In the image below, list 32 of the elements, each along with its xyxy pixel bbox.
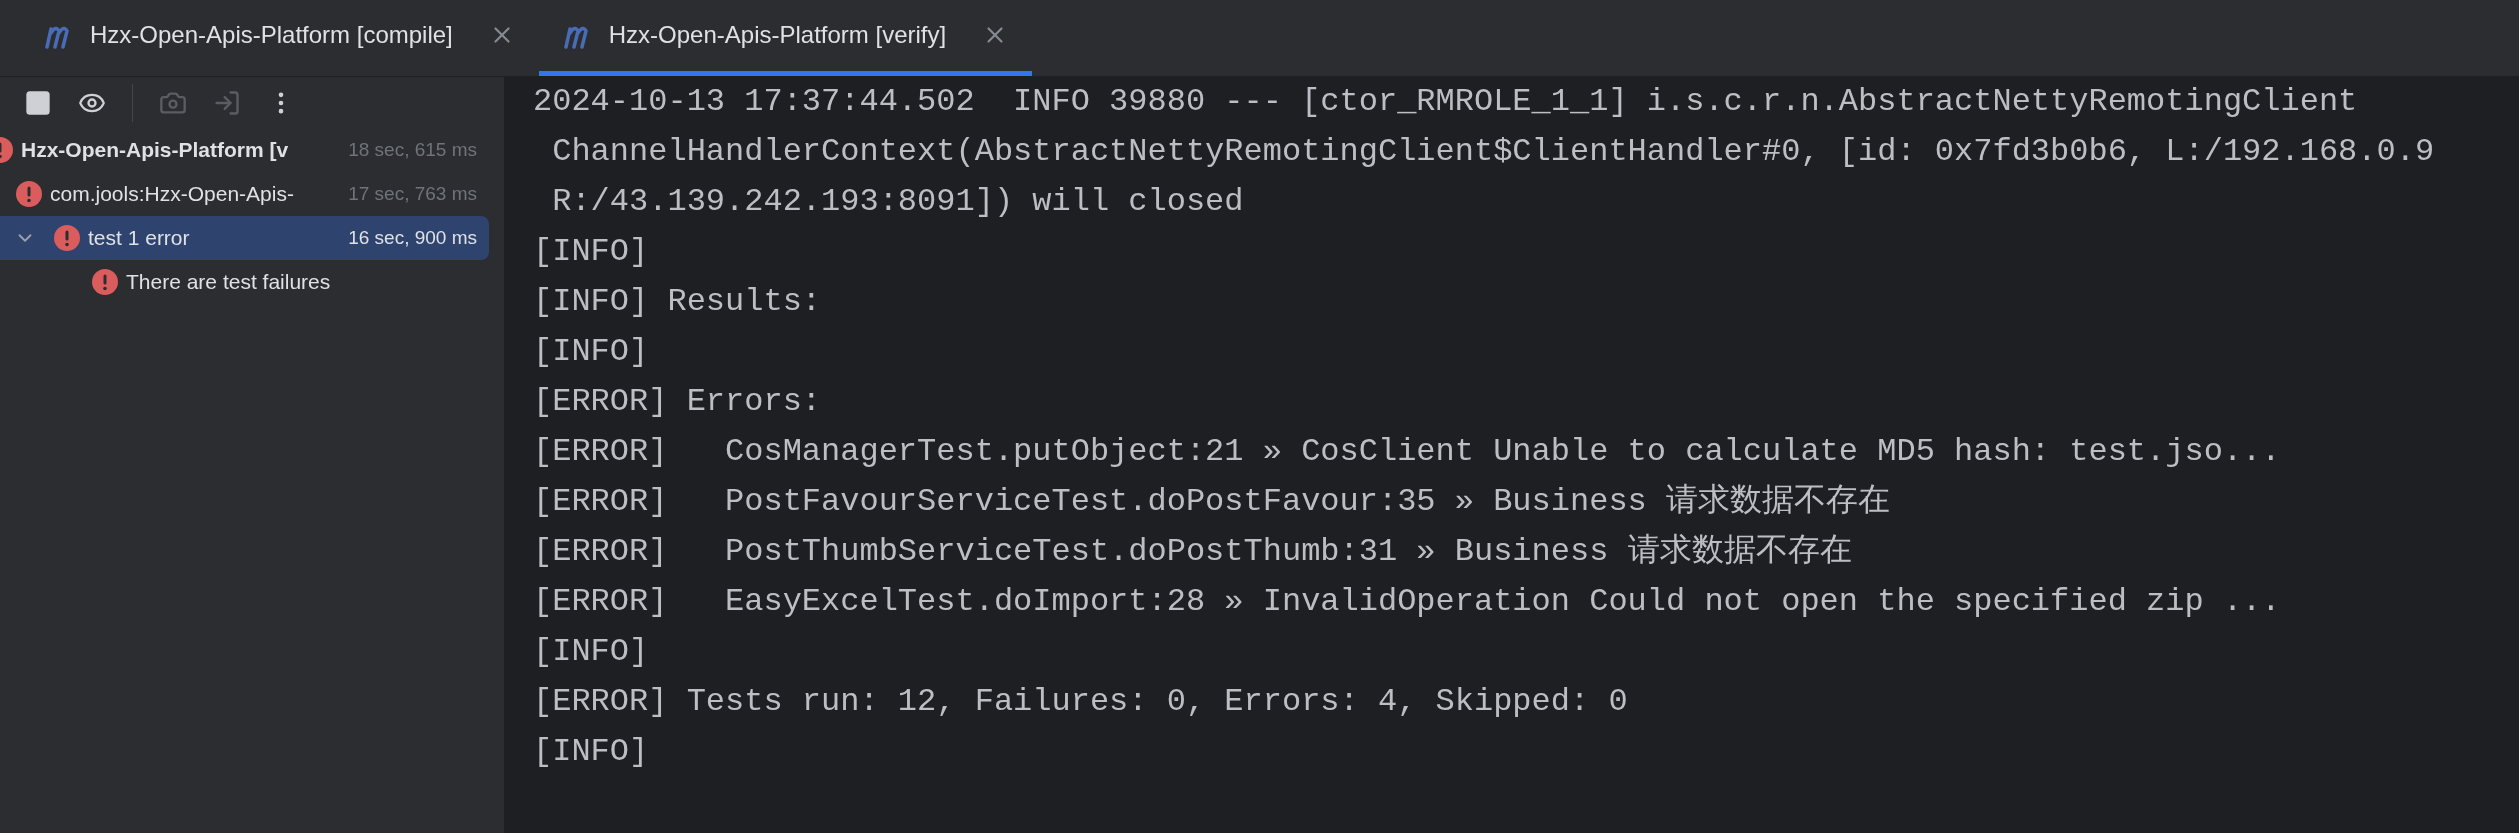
duration: 18 sec, 615 ms (347, 137, 477, 162)
console-line: [ERROR] PostFavourServiceTest.doPostFavour:35 » Business 请求数据不存在 (533, 482, 1891, 522)
tab[interactable]: Hzx-Open-Apis-Platform [compile] (20, 0, 539, 76)
error-icon (54, 225, 80, 251)
console-line: [ERROR] EasyExcelTest.doImport:28 » InvalidOperation Could not open the specified zip ... (533, 582, 2282, 622)
console-line: [ERROR] Tests run: 12, Failures: 0, Errors: 4, Skipped: 0 (533, 682, 1629, 722)
console-line: [ERROR] PostThumbServiceTest.doPostThumb:31 » Business 请求数据不存在 (533, 532, 1853, 572)
tree-item[interactable]: test 1 error 16 sec, 900 ms (0, 216, 489, 260)
duration: 17 sec, 763 ms (347, 181, 477, 206)
error-icon (92, 269, 118, 295)
console-line: [INFO] (533, 232, 650, 272)
stop-icon[interactable] (24, 88, 52, 117)
console-line: R:/43.139.242.193:8091]) will closed (551, 182, 1245, 222)
tree-item[interactable]: There are test failures (0, 260, 489, 304)
tree-label: There are test failures (126, 269, 331, 296)
tree-label: test 1 error (88, 225, 190, 252)
tree-item[interactable]: com.jools:Hzx-Open-Apis- 17 sec, 763 ms (0, 172, 489, 216)
tree-label: com.jools:Hzx-Open-Apis- (50, 181, 294, 208)
duration: 16 sec, 900 ms (347, 225, 477, 250)
tree-item[interactable]: Hzx-Open-Apis-Platform [v 18 sec, 615 ms (0, 128, 489, 172)
console-line: [INFO] Results: (533, 282, 823, 322)
console-line: [ERROR] Errors: (533, 382, 823, 422)
console-line: [ERROR] CosManagerTest.putObject:21 » CosClient Unable to calculate MD5 hash: test.jso... (533, 432, 2282, 472)
console-line: 2024-10-13 17:37:44.502 INFO 39880 --- [ctor_RMROLE_1_1] i.s.c.r.n.AbstractNettyRemotingClient (533, 82, 2359, 122)
tree-label: Hzx-Open-Apis-Platform [v (21, 137, 289, 164)
tab-label: Hzx-Open-Apis-Platform [compile] (90, 20, 453, 50)
tab-label: Hzx-Open-Apis-Platform [verify] (608, 20, 947, 50)
console-line: [INFO] (533, 732, 650, 772)
console-line: [INFO] (533, 332, 650, 372)
error-icon (16, 181, 42, 207)
console-line: ChannelHandlerContext(AbstractNettyRemotingClient$ClientHandler#0, [id: 0x7fd3b0b6, L:/192.168.0.9 (551, 132, 2436, 172)
console-line: [INFO] (533, 632, 650, 672)
